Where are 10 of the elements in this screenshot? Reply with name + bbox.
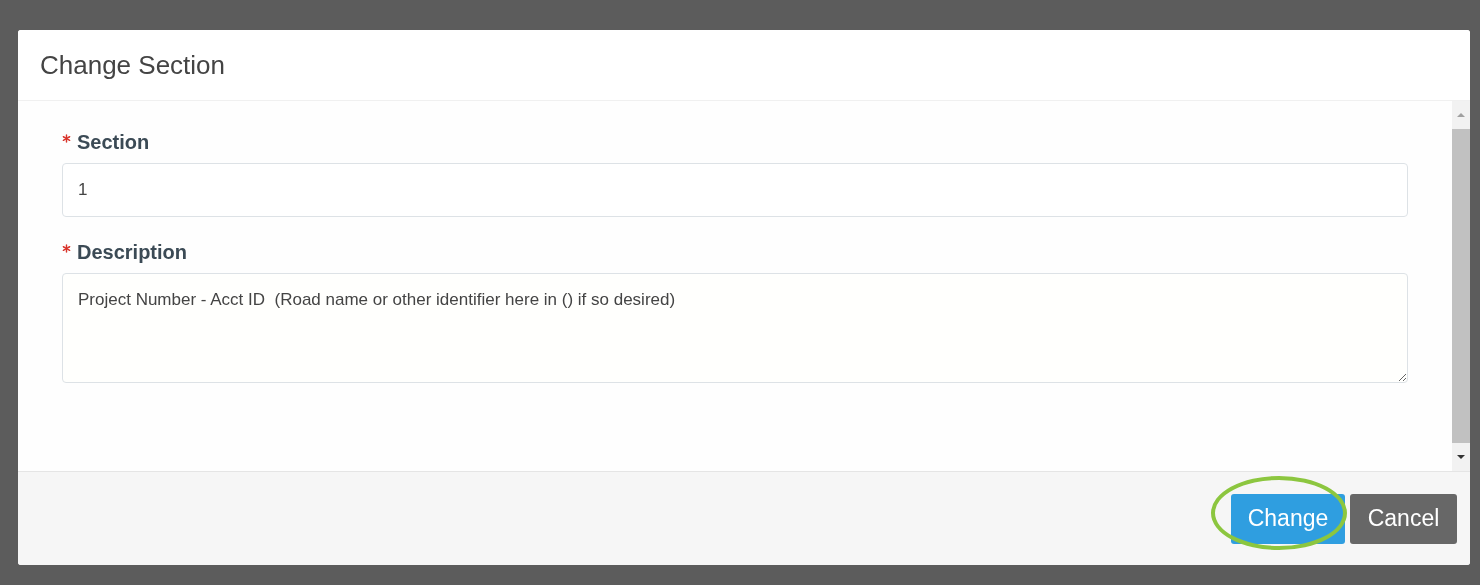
scroll-up-icon[interactable] [1456, 111, 1466, 119]
scrollbar[interactable] [1452, 101, 1470, 471]
cancel-button[interactable]: Cancel [1350, 493, 1457, 544]
description-field[interactable]: Project Number - Acct ID (Road name or other identifier here in () if so desired) [62, 273, 1408, 383]
scroll-down-icon[interactable] [1456, 453, 1466, 461]
scrollbar-thumb[interactable] [1452, 129, 1470, 443]
field-label: Description [77, 241, 188, 264]
field-label: Section [77, 131, 150, 154]
dialog-title: Change Section [40, 49, 226, 81]
section-field[interactable]: 1 [62, 163, 1408, 217]
